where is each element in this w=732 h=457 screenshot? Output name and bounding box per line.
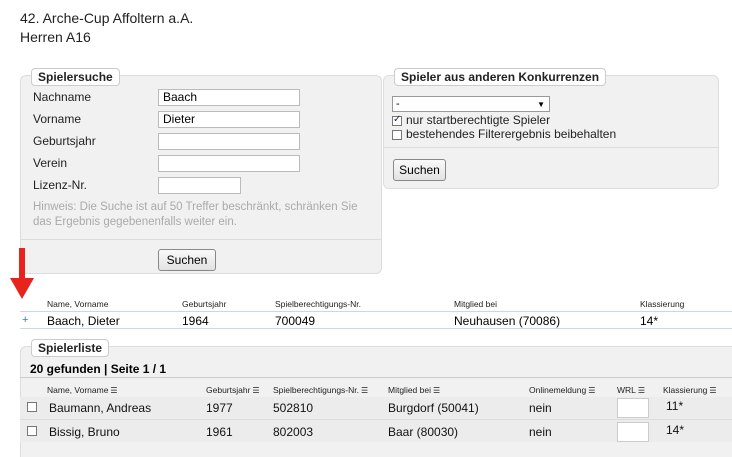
row-online: nein: [529, 425, 552, 439]
club-label: Verein: [33, 156, 68, 170]
chevron-down-icon: ▼: [537, 100, 545, 109]
row-online: nein: [529, 401, 552, 415]
divider: [20, 328, 732, 329]
row-checkbox[interactable]: [27, 402, 37, 412]
divider: [21, 239, 381, 240]
row-class: 11*: [666, 399, 684, 413]
lastname-input[interactable]: [158, 89, 300, 106]
row-checkbox[interactable]: [27, 426, 37, 436]
divider: [384, 147, 718, 148]
selected-marker: +: [22, 314, 29, 326]
other-competitions-panel: Spieler aus anderen Konkurrenzen - ▼ nur…: [383, 68, 719, 189]
keep-filter-label: bestehendes Filterergebnis beibehalten: [406, 127, 617, 141]
eligible-only-checkbox[interactable]: [392, 114, 402, 126]
search-hint: Hinweis: Die Suche ist auf 50 Treffer be…: [33, 201, 358, 228]
selected-name: Baach, Dieter: [47, 314, 120, 328]
selected-header-year: Geburtsjahr: [182, 299, 227, 309]
wrl-input[interactable]: [617, 398, 649, 418]
row-club: Baar (80030): [388, 425, 459, 439]
selected-header-class: Klassierung: [640, 299, 685, 309]
row-year: 1977: [206, 401, 233, 415]
lastname-label: Nachname: [33, 90, 92, 104]
selected-club: Neuhausen (70086): [454, 314, 561, 328]
license-input[interactable]: [158, 177, 241, 194]
row-name[interactable]: Bissig, Bruno: [49, 425, 120, 439]
birthyear-input[interactable]: [158, 133, 300, 150]
other-competitions-legend: Spieler aus anderen Konkurrenzen: [394, 68, 607, 86]
sort-icon[interactable]: ☰: [252, 386, 259, 395]
firstname-input[interactable]: [158, 111, 300, 128]
sort-icon[interactable]: ☰: [361, 386, 368, 395]
result-summary: 20 gefunden | Seite 1 / 1: [30, 362, 167, 376]
row-club: Burgdorf (50041): [388, 401, 479, 415]
keep-filter-checkbox[interactable]: [392, 130, 402, 140]
license-label: Lizenz-Nr.: [33, 178, 88, 192]
sort-icon[interactable]: ☰: [638, 386, 645, 395]
player-search-panel: Spielersuche Nachname Vorname Geburtsjah…: [20, 68, 382, 274]
birthyear-label: Geburtsjahr: [33, 134, 96, 148]
sort-icon[interactable]: ☰: [433, 386, 440, 395]
competition-select-value: -: [396, 98, 400, 110]
player-search-legend: Spielersuche: [31, 68, 120, 86]
selected-header-name: Name, Vorname: [47, 299, 109, 309]
club-input[interactable]: [158, 155, 300, 172]
divider: [20, 311, 732, 312]
list-header-class[interactable]: Klassierung ☰: [663, 385, 717, 395]
list-header-year[interactable]: Geburtsjahr ☰: [206, 385, 260, 395]
player-list-legend: Spielerliste: [31, 339, 110, 357]
list-header-license[interactable]: Spielberechtigungs-Nr. ☰: [273, 385, 368, 395]
wrl-input[interactable]: [617, 422, 649, 442]
list-header-wrl[interactable]: WRL ☰: [617, 385, 645, 395]
row-license: 802003: [273, 425, 314, 439]
row-license: 502810: [273, 401, 314, 415]
row-class: 14*: [666, 423, 685, 437]
page-subtitle: Herren A16: [20, 29, 91, 45]
firstname-label: Vorname: [33, 112, 82, 126]
selected-year: 1964: [182, 314, 209, 328]
sort-icon[interactable]: ☰: [709, 386, 716, 395]
arrow-down-icon: [10, 248, 34, 299]
selected-license: 700049: [275, 314, 316, 328]
selected-class: 14*: [640, 314, 659, 328]
sort-icon[interactable]: ☰: [110, 386, 117, 395]
list-header-club[interactable]: Mitglied bei ☰: [388, 385, 440, 395]
selected-header-license: Spielberechtigungs-Nr.: [275, 299, 361, 309]
row-name[interactable]: Baumann, Andreas: [49, 401, 151, 415]
divider: [20, 377, 732, 378]
row-year: 1961: [206, 425, 233, 439]
competition-select[interactable]: - ▼: [392, 96, 550, 112]
selected-header-club: Mitglied bei: [454, 299, 497, 309]
search-button[interactable]: Suchen: [158, 249, 216, 271]
sort-icon[interactable]: ☰: [588, 386, 595, 395]
page-title: 42. Arche-Cup Affoltern a.A.: [20, 10, 194, 26]
list-header-name[interactable]: Name, Vorname ☰: [47, 385, 118, 395]
other-search-button[interactable]: Suchen: [393, 159, 446, 181]
eligible-only-label: nur startberechtigte Spieler: [406, 113, 551, 127]
list-header-online[interactable]: Onlinemeldung ☰: [529, 385, 595, 395]
